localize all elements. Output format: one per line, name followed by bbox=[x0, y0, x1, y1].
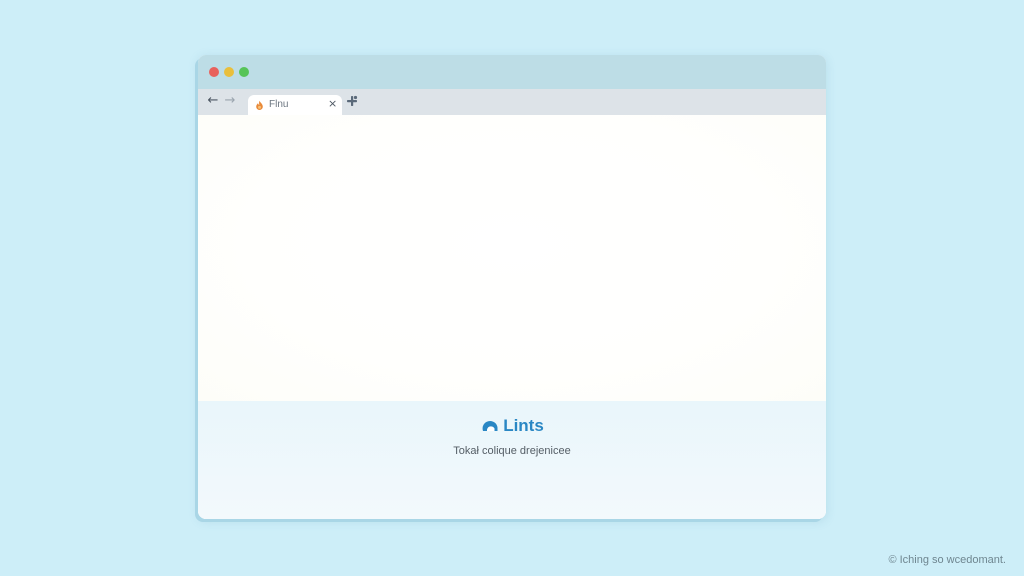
page-viewport: Lints Tokał colique drejenicee bbox=[198, 115, 826, 519]
maximize-window-button[interactable] bbox=[239, 67, 249, 77]
tagline: Tokał colique drejenicee bbox=[453, 445, 571, 457]
brand-link[interactable]: Lints bbox=[480, 416, 544, 440]
plus-icon[interactable] bbox=[345, 94, 359, 108]
forward-button[interactable]: → bbox=[222, 93, 238, 109]
brand: Lints bbox=[198, 416, 826, 440]
tab-bar: ← → Flnu × bbox=[198, 89, 826, 115]
browser-window: ← → Flnu × Lints Tokał colique drejenice… bbox=[198, 55, 826, 519]
flame-icon bbox=[256, 100, 263, 110]
tab-close-button[interactable]: × bbox=[328, 97, 337, 111]
minimize-window-button[interactable] bbox=[224, 67, 234, 77]
desktop-background: ← → Flnu × Lints Tokał colique drejenice… bbox=[0, 0, 1024, 576]
brand-name: Lints bbox=[503, 416, 544, 435]
cloud-icon bbox=[482, 420, 498, 431]
page-blank-area bbox=[198, 115, 826, 401]
footer-panel: Lints Tokał colique drejenicee bbox=[198, 401, 826, 519]
tab-active[interactable]: Flnu × bbox=[248, 95, 342, 115]
watermark: © Iching so wcedomant. bbox=[888, 554, 1006, 566]
close-window-button[interactable] bbox=[209, 67, 219, 77]
tab-label: Flnu bbox=[269, 99, 289, 110]
back-button[interactable]: ← bbox=[205, 93, 221, 109]
window-titlebar[interactable] bbox=[198, 55, 826, 89]
